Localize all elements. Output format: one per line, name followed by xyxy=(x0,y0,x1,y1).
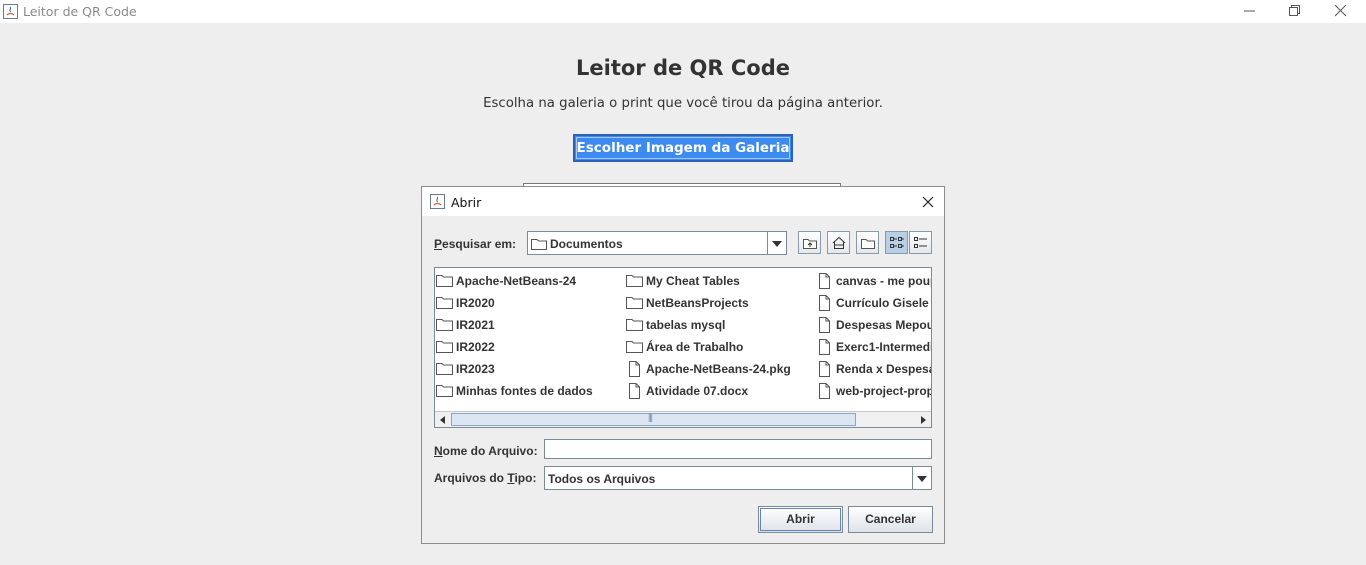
page-title: Leitor de QR Code xyxy=(576,56,790,80)
minimize-icon xyxy=(1244,10,1255,12)
up-one-level-button[interactable] xyxy=(798,231,821,254)
page-subtitle: Escolha na galeria o print que você tiro… xyxy=(483,96,883,111)
file-type-label: Arquivos do Tipo: xyxy=(434,471,537,485)
restore-icon xyxy=(1289,5,1300,16)
list-item[interactable]: IR2022 xyxy=(435,337,615,355)
file-icon xyxy=(819,273,830,289)
list-item[interactable]: canvas - me poupe.png xyxy=(815,271,931,289)
file-icon xyxy=(629,383,640,399)
file-icon xyxy=(819,339,830,355)
folder-icon xyxy=(436,297,453,309)
list-item[interactable]: IR2021 xyxy=(435,315,615,333)
open-file-dialog: Abrir Pesquisar em: Documentos Apache-Ne… xyxy=(421,186,945,544)
folder-icon xyxy=(626,297,643,309)
scrollbar-thumb[interactable] xyxy=(451,412,856,426)
look-in-combo[interactable]: Documentos xyxy=(527,231,787,255)
new-folder-icon xyxy=(861,239,875,249)
window-title: Leitor de QR Code xyxy=(23,4,137,19)
folder-icon xyxy=(626,341,643,353)
folder-icon xyxy=(626,319,643,331)
file-icon xyxy=(819,295,830,311)
list-item[interactable]: Apache-NetBeans-24 xyxy=(435,271,615,289)
file-type-value: Todos os Arquivos xyxy=(548,472,656,486)
file-icon xyxy=(819,383,830,399)
folder-icon xyxy=(531,239,547,250)
list-item[interactable]: My Cheat Tables xyxy=(625,271,805,289)
file-icon xyxy=(819,361,830,377)
list-item[interactable]: Renda x Despesas.xlsx xyxy=(815,359,931,377)
folder-icon xyxy=(436,275,453,287)
list-item[interactable]: Apache-NetBeans-24.pkg xyxy=(625,359,805,377)
list-item[interactable]: Currículo Gisele atualizado.pdf xyxy=(815,293,931,311)
list-item[interactable]: web-project-proposal.docx xyxy=(815,381,931,399)
dialog-title: Abrir xyxy=(451,195,482,210)
file-type-select[interactable]: Todos os Arquivos xyxy=(544,466,932,490)
file-name-input[interactable] xyxy=(544,439,932,459)
close-icon[interactable] xyxy=(920,194,936,210)
java-app-icon xyxy=(3,4,18,19)
open-button[interactable]: Abrir xyxy=(758,506,843,533)
chevron-down-icon[interactable] xyxy=(767,232,786,254)
look-in-value: Documentos xyxy=(550,237,623,251)
minimize-button[interactable] xyxy=(1227,0,1273,23)
horizontal-scrollbar[interactable] xyxy=(435,411,931,427)
choose-image-button[interactable]: Escolher Imagem da Galeria xyxy=(573,134,793,162)
details-view-icon xyxy=(914,237,927,248)
list-item[interactable]: Despesas Mepoupe.xlsx xyxy=(815,315,931,333)
list-item[interactable]: Minhas fontes de dados xyxy=(435,381,615,399)
chevron-down-icon[interactable] xyxy=(912,467,931,489)
restore-button[interactable] xyxy=(1272,0,1318,23)
home-button[interactable] xyxy=(827,231,850,254)
file-list[interactable]: Apache-NetBeans-24 IR2020 IR2021 IR2022 … xyxy=(434,267,932,428)
list-view-button[interactable] xyxy=(885,231,908,254)
list-view-icon xyxy=(890,237,904,248)
look-in-label: Pesquisar em: xyxy=(434,237,517,251)
folder-icon xyxy=(436,385,453,397)
list-item[interactable]: Exerc1-Intermediario.pdf xyxy=(815,337,931,355)
list-item[interactable]: IR2020 xyxy=(435,293,615,311)
scroll-right-icon[interactable] xyxy=(915,412,931,427)
file-name-label: Nome do Arquivo: xyxy=(434,444,538,458)
home-icon xyxy=(832,236,846,249)
file-icon xyxy=(629,361,640,377)
window-titlebar: Leitor de QR Code xyxy=(0,0,1366,23)
close-icon xyxy=(1335,5,1347,17)
folder-icon xyxy=(436,319,453,331)
scroll-left-icon[interactable] xyxy=(435,412,451,427)
folder-up-icon xyxy=(803,239,817,249)
folder-icon xyxy=(626,275,643,287)
cancel-button[interactable]: Cancelar xyxy=(848,506,933,533)
list-item[interactable]: IR2023 xyxy=(435,359,615,377)
list-item[interactable]: Área de Trabalho xyxy=(625,337,805,355)
new-folder-button[interactable] xyxy=(856,231,879,254)
list-item[interactable]: Atividade 07.docx xyxy=(625,381,805,399)
file-icon xyxy=(819,317,830,333)
list-item[interactable]: NetBeansProjects xyxy=(625,293,805,311)
folder-icon xyxy=(436,363,453,375)
list-item[interactable]: tabelas mysql xyxy=(625,315,805,333)
dialog-titlebar: Abrir xyxy=(422,187,944,216)
close-window-button[interactable] xyxy=(1318,0,1364,23)
folder-icon xyxy=(436,341,453,353)
details-view-button[interactable] xyxy=(909,231,932,254)
java-app-icon xyxy=(430,194,445,209)
